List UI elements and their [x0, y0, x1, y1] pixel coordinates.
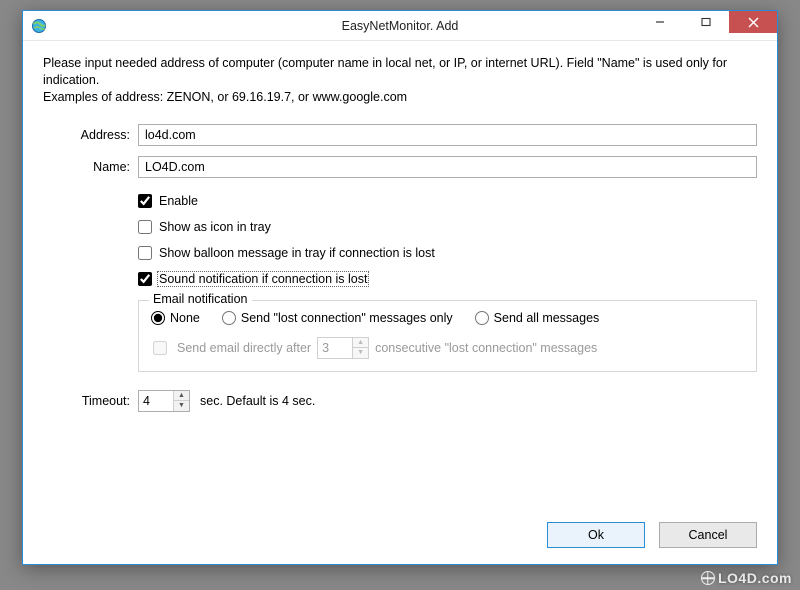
watermark-text: LO4D.com [718, 570, 792, 586]
tray-icon-checkbox[interactable] [138, 220, 152, 234]
email-after-spinner: ▲ ▼ [317, 337, 369, 359]
sound-checkbox[interactable] [138, 272, 152, 286]
dialog-content: Please input needed address of computer … [23, 41, 777, 426]
address-label: Address: [43, 128, 138, 142]
email-lost-radio[interactable] [222, 311, 236, 325]
watermark: LO4D.com [701, 570, 792, 586]
spinner-down-icon[interactable]: ▼ [174, 400, 189, 411]
email-lost-item: Send "lost connection" messages only [222, 311, 453, 325]
address-row: Address: [43, 124, 757, 146]
email-after-row: Send email directly after ▲ ▼ consecutiv… [151, 337, 744, 359]
globe-icon [701, 571, 715, 585]
name-label: Name: [43, 160, 138, 174]
email-all-item: Send all messages [475, 311, 600, 325]
email-all-label: Send all messages [494, 311, 600, 325]
email-legend: Email notification [149, 292, 252, 306]
email-none-item: None [151, 311, 200, 325]
email-fieldset: Email notification None Send "lost conne… [138, 300, 757, 372]
name-row: Name: [43, 156, 757, 178]
timeout-row: Timeout: ▲ ▼ sec. Default is 4 sec. [43, 390, 757, 412]
sound-row: Sound notification if connection is lost [138, 266, 757, 292]
cancel-button[interactable]: Cancel [659, 522, 757, 548]
email-after-suffix: consecutive "lost connection" messages [375, 341, 597, 355]
ok-button[interactable]: Ok [547, 522, 645, 548]
email-none-label: None [170, 311, 200, 325]
email-after-value [318, 338, 352, 358]
options-column: Enable Show as icon in tray Show balloon… [138, 188, 757, 372]
balloon-row: Show balloon message in tray if connecti… [138, 240, 757, 266]
app-icon [31, 18, 47, 34]
timeout-label: Timeout: [43, 394, 138, 408]
tray-icon-label: Show as icon in tray [158, 220, 272, 234]
instructions-text: Please input needed address of computer … [43, 55, 757, 106]
enable-checkbox[interactable] [138, 194, 152, 208]
timeout-input[interactable] [139, 391, 173, 411]
spinner-down-icon: ▼ [353, 347, 368, 358]
dialog-window: EasyNetMonitor. Add Please input needed … [22, 10, 778, 565]
tray-icon-row: Show as icon in tray [138, 214, 757, 240]
timeout-suffix: sec. Default is 4 sec. [200, 394, 315, 408]
window-controls [637, 11, 777, 40]
email-after-prefix: Send email directly after [177, 341, 311, 355]
enable-label: Enable [158, 194, 199, 208]
maximize-button[interactable] [683, 11, 729, 33]
instructions-line1: Please input needed address of computer … [43, 55, 757, 89]
email-after-checkbox [153, 341, 167, 355]
email-all-radio[interactable] [475, 311, 489, 325]
email-lost-label: Send "lost connection" messages only [241, 311, 453, 325]
spinner-up-icon: ▲ [353, 338, 368, 348]
titlebar[interactable]: EasyNetMonitor. Add [23, 11, 777, 41]
enable-row: Enable [138, 188, 757, 214]
spinner-up-icon[interactable]: ▲ [174, 391, 189, 401]
email-none-radio[interactable] [151, 311, 165, 325]
sound-label: Sound notification if connection is lost [158, 272, 368, 286]
close-button[interactable] [729, 11, 777, 33]
timeout-spinner[interactable]: ▲ ▼ [138, 390, 190, 412]
balloon-label: Show balloon message in tray if connecti… [158, 246, 436, 260]
button-row: Ok Cancel [547, 522, 757, 548]
email-radio-row: None Send "lost connection" messages onl… [151, 311, 744, 325]
balloon-checkbox[interactable] [138, 246, 152, 260]
address-input[interactable] [138, 124, 757, 146]
minimize-button[interactable] [637, 11, 683, 33]
name-input[interactable] [138, 156, 757, 178]
instructions-line2: Examples of address: ZENON, or 69.16.19.… [43, 89, 757, 106]
